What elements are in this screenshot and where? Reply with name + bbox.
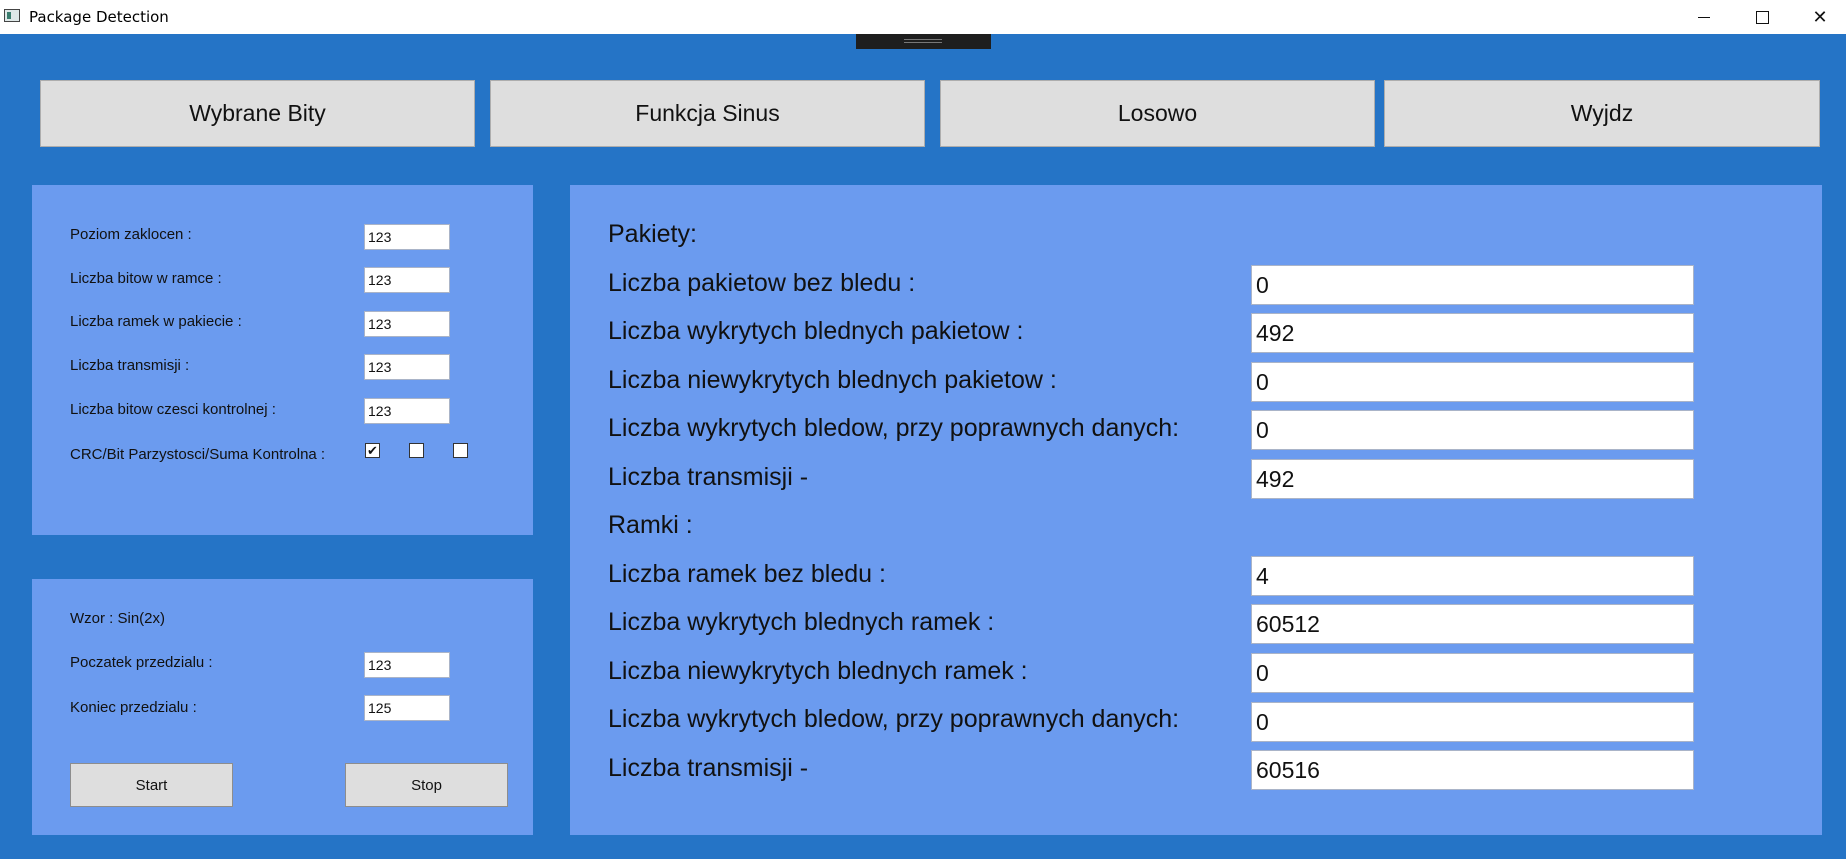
packets-ok-field[interactable]: [1251, 265, 1694, 305]
settings-panel: Poziom zaklocen : Liczba bitow w ramce :…: [32, 185, 533, 535]
maximize-button[interactable]: [1734, 0, 1790, 34]
minimize-button[interactable]: [1676, 0, 1732, 34]
interval-end-input[interactable]: [364, 695, 450, 721]
frames-detected-label: Liczba wykrytych blednych ramek :: [608, 608, 995, 636]
packets-false-field[interactable]: [1251, 410, 1694, 450]
checksum-checkbox[interactable]: [453, 443, 468, 458]
selected-bits-button[interactable]: Wybrane Bity: [40, 80, 475, 147]
close-button[interactable]: ✕: [1792, 0, 1846, 34]
packets-transmissions-field[interactable]: [1251, 459, 1694, 499]
exit-button[interactable]: Wyjdz: [1384, 80, 1820, 147]
frames-undetected-label: Liczba niewykrytych blednych ramek :: [608, 657, 1028, 685]
frames-ok-field[interactable]: [1251, 556, 1694, 596]
noise-input[interactable]: [364, 224, 450, 250]
minimize-icon: [1698, 16, 1710, 18]
title-bar: Package Detection ✕: [0, 0, 1846, 34]
frames-per-packet-label: Liczba ramek w pakiecie :: [70, 313, 242, 330]
stop-button[interactable]: Stop: [345, 763, 508, 807]
drag-handle[interactable]: [856, 34, 991, 49]
start-button[interactable]: Start: [70, 763, 233, 807]
packets-heading: Pakiety:: [608, 220, 697, 248]
packets-ok-label: Liczba pakietow bez bledu :: [608, 269, 916, 297]
close-icon: ✕: [1812, 6, 1828, 28]
random-button[interactable]: Losowo: [940, 80, 1375, 147]
packets-detected-field[interactable]: [1251, 313, 1694, 353]
packets-detected-label: Liczba wykrytych blednych pakietow :: [608, 317, 1024, 345]
sine-function-button[interactable]: Funkcja Sinus: [490, 80, 925, 147]
packets-undetected-label: Liczba niewykrytych blednych pakietow :: [608, 366, 1057, 394]
interval-end-label: Koniec przedzialu :: [70, 699, 197, 716]
control-bits-label: Liczba bitow czesci kontrolnej :: [70, 401, 276, 418]
parity-checkbox[interactable]: [409, 443, 424, 458]
method-label: CRC/Bit Parzystosci/Suma Kontrolna :: [70, 446, 326, 463]
frames-transmissions-field[interactable]: [1251, 750, 1694, 790]
app-window-icon: [4, 9, 20, 22]
sine-panel: Wzor : Sin(2x) Poczatek przedzialu : Kon…: [32, 579, 533, 835]
interval-start-label: Poczatek przedzialu :: [70, 654, 213, 671]
packets-transmissions-label: Liczba transmisji -: [608, 463, 809, 491]
frames-detected-field[interactable]: [1251, 604, 1694, 644]
packets-undetected-field[interactable]: [1251, 362, 1694, 402]
frames-undetected-field[interactable]: [1251, 653, 1694, 693]
interval-start-input[interactable]: [364, 652, 450, 678]
transmissions-label: Liczba transmisji :: [70, 357, 190, 374]
window-title: Package Detection: [29, 8, 169, 26]
frames-false-label: Liczba wykrytych bledow, przy poprawnych…: [608, 705, 1180, 733]
transmissions-input[interactable]: [364, 354, 450, 380]
control-bits-input[interactable]: [364, 398, 450, 424]
bits-per-frame-label: Liczba bitow w ramce :: [70, 270, 222, 287]
packets-false-label: Liczba wykrytych bledow, przy poprawnych…: [608, 414, 1180, 442]
noise-label: Poziom zaklocen :: [70, 226, 192, 243]
checkmark-icon: ✔: [367, 443, 378, 458]
formula-label: Wzor : Sin(2x): [70, 610, 166, 627]
frames-heading: Ramki :: [608, 511, 693, 539]
frames-per-packet-input[interactable]: [364, 311, 450, 337]
frames-false-field[interactable]: [1251, 702, 1694, 742]
frames-ok-label: Liczba ramek bez bledu :: [608, 560, 886, 588]
maximize-icon: [1755, 10, 1769, 24]
bits-per-frame-input[interactable]: [364, 267, 450, 293]
frames-transmissions-label: Liczba transmisji -: [608, 754, 809, 782]
crc-checkbox[interactable]: ✔: [365, 443, 380, 458]
results-panel: Pakiety: Liczba pakietow bez bledu : Lic…: [570, 185, 1822, 835]
